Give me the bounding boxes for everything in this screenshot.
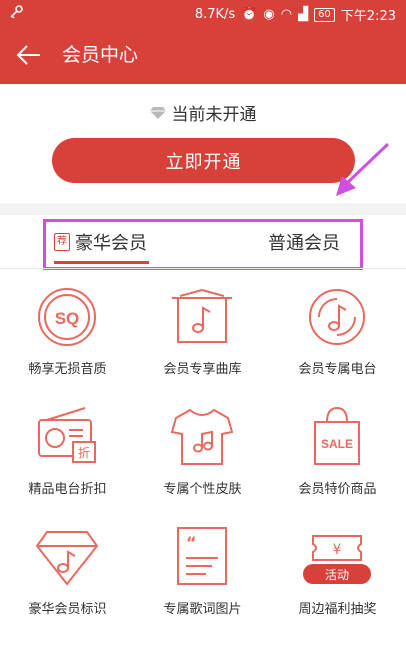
eye-icon: ◉ bbox=[263, 7, 275, 22]
activity-badge-text: 活动 bbox=[325, 568, 349, 582]
diamond-icon bbox=[149, 106, 166, 119]
benefit-label: 精品电台折扣 bbox=[28, 482, 107, 497]
benefit-label: 豪华会员标识 bbox=[28, 602, 107, 617]
tab-highlight-box bbox=[43, 219, 363, 270]
benefit-label: 会员特价商品 bbox=[298, 482, 377, 497]
sale-icon-text: SALE bbox=[321, 437, 353, 451]
radio-discount-icon: 折 bbox=[38, 407, 96, 463]
pointer-arrow-icon bbox=[336, 142, 390, 196]
benefit-label: 专属个性皮肤 bbox=[163, 482, 242, 497]
key-icon bbox=[10, 5, 23, 19]
lottery-ticket-icon: ¥ 活动 bbox=[303, 535, 371, 584]
diamond-badge-icon bbox=[35, 531, 99, 586]
benefit-item[interactable]: 会员专属电台 bbox=[270, 270, 405, 400]
benefit-item[interactable]: SALE 会员特价商品 bbox=[270, 390, 405, 520]
open-vip-button-label: 立即开通 bbox=[165, 151, 242, 173]
benefit-label: 专属歌词图片 bbox=[163, 602, 242, 617]
network-speed: 8.7K/s bbox=[194, 7, 236, 22]
discount-icon-text: 折 bbox=[78, 445, 90, 460]
benefit-label: 会员专属电台 bbox=[298, 362, 377, 377]
vip-status-text: 当前未开通 bbox=[171, 105, 257, 125]
benefit-item[interactable]: “ 专属歌词图片 bbox=[135, 510, 270, 640]
sq-icon-text: SQ bbox=[55, 309, 80, 328]
svg-text:“: “ bbox=[186, 533, 197, 552]
benefit-label: 会员专享曲库 bbox=[163, 362, 242, 377]
benefit-item[interactable]: 折 精品电台折扣 bbox=[0, 390, 135, 520]
music-library-icon bbox=[172, 288, 232, 343]
sq-quality-icon: SQ bbox=[38, 288, 96, 346]
back-arrow-icon[interactable] bbox=[14, 42, 42, 68]
benefit-item[interactable]: 会员专享曲库 bbox=[135, 270, 270, 400]
wifi-icon: ◠ bbox=[280, 7, 293, 22]
battery-indicator: 60 bbox=[314, 7, 335, 22]
clock: 下午2:23 bbox=[340, 9, 396, 24]
yen-icon-text: ¥ bbox=[333, 542, 342, 558]
benefit-label: 周边福利抽奖 bbox=[298, 602, 377, 617]
lyrics-card-icon: “ bbox=[177, 527, 227, 585]
open-vip-button[interactable]: 立即开通 bbox=[52, 138, 355, 183]
app-bar: 会员中心 bbox=[0, 26, 406, 84]
vip-status: 当前未开通 bbox=[0, 100, 406, 125]
page-title: 会员中心 bbox=[62, 44, 139, 66]
benefit-item[interactable]: ¥ 活动 周边福利抽奖 bbox=[270, 510, 405, 640]
divider bbox=[0, 268, 406, 269]
benefit-item[interactable]: 豪华会员标识 bbox=[0, 510, 135, 640]
benefit-item[interactable]: SQ 畅享无损音质 bbox=[0, 270, 135, 400]
status-bar: 8.7K/s ⏰ ◉ ◠ ▟ 60 下午2:23 bbox=[0, 0, 406, 26]
radio-disc-icon bbox=[309, 289, 365, 345]
signal-icon: ▟ bbox=[298, 7, 309, 22]
section-gap bbox=[0, 203, 406, 215]
alarm-icon: ⏰ bbox=[241, 7, 258, 22]
tshirt-skin-icon bbox=[170, 408, 234, 465]
benefit-item[interactable]: 专属个性皮肤 bbox=[135, 390, 270, 520]
sale-bag-icon: SALE bbox=[314, 406, 360, 465]
benefit-label: 畅享无损音质 bbox=[28, 362, 107, 377]
